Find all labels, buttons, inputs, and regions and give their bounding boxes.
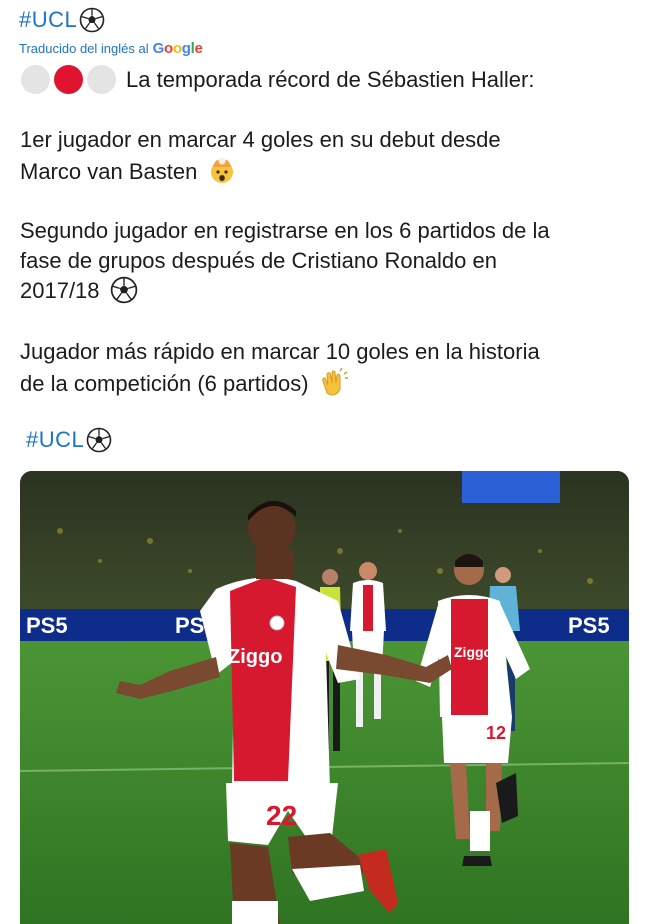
ad-board-text-right: PS5 (568, 613, 610, 638)
paragraph-2-line-3-row: 2017/18 (20, 276, 635, 306)
paragraph-2-line-3: 2017/18 (20, 278, 100, 303)
second-player-number: 12 (486, 723, 506, 743)
paragraph-1-line-2: Marco van Basten (20, 159, 198, 184)
exploding-head-emoji (211, 157, 234, 183)
second-player-sponsor: Ziggo (454, 644, 492, 660)
stadium-screen (462, 471, 560, 503)
headline-row: La temporada récord de Sébastien Haller: (21, 65, 534, 94)
hashtag-bottom-link[interactable]: #UCL (26, 427, 112, 453)
translation-note-text: Traducido del inglés al (19, 41, 149, 56)
paragraph-1: 1er jugador en marcar 4 goles en su debu… (20, 125, 635, 187)
paragraph-3-line-1: Jugador más rápido en marcar 10 goles en… (20, 339, 540, 364)
hashtag-top-link[interactable]: #UCL (19, 7, 105, 33)
clapping-hands-emoji (321, 367, 348, 396)
paragraph-2-line-2: fase de grupos después de Cristiano Rona… (20, 248, 497, 273)
paragraph-1-line-2-row: Marco van Basten (20, 155, 635, 187)
hashtag-top-text: #UCL (19, 7, 78, 32)
paragraph-3-line-2-row: de la competición (6 partidos) (20, 367, 635, 399)
main-player-sponsor: Ziggo (228, 646, 282, 668)
tweet-photo[interactable]: PS5 PS5 PS5 Ziggo 12 Ziggo 22 (20, 471, 629, 924)
soccer-ball-icon (86, 427, 112, 453)
grey-circle-icon (21, 65, 50, 94)
main-player-number: 22 (266, 800, 297, 831)
paragraph-1-line-1: 1er jugador en marcar 4 goles en su debu… (20, 127, 501, 152)
match-photo: PS5 PS5 PS5 Ziggo 12 Ziggo 22 (20, 471, 629, 924)
soccer-ball-icon (110, 276, 137, 304)
translation-note[interactable]: Traducido del inglés al Google (19, 40, 203, 57)
paragraph-3-line-2: de la competición (6 partidos) (20, 371, 309, 396)
paragraph-2: Segundo jugador en registrarse en los 6 … (20, 216, 635, 306)
ad-board-text-left: PS5 (26, 613, 68, 638)
headline-text: La temporada récord de Sébastien Haller: (126, 66, 535, 92)
paragraph-2-line-1: Segundo jugador en registrarse en los 6 … (20, 218, 550, 243)
hashtag-bottom-text: #UCL (26, 427, 85, 452)
grey-circle-icon (87, 65, 116, 94)
red-circle-icon (54, 65, 83, 94)
paragraph-3: Jugador más rápido en marcar 10 goles en… (20, 337, 635, 399)
soccer-ball-icon (79, 7, 105, 33)
tweet-card: #UCL Traducido del inglés al Google La t… (0, 0, 652, 924)
google-logo: Google (152, 40, 203, 57)
